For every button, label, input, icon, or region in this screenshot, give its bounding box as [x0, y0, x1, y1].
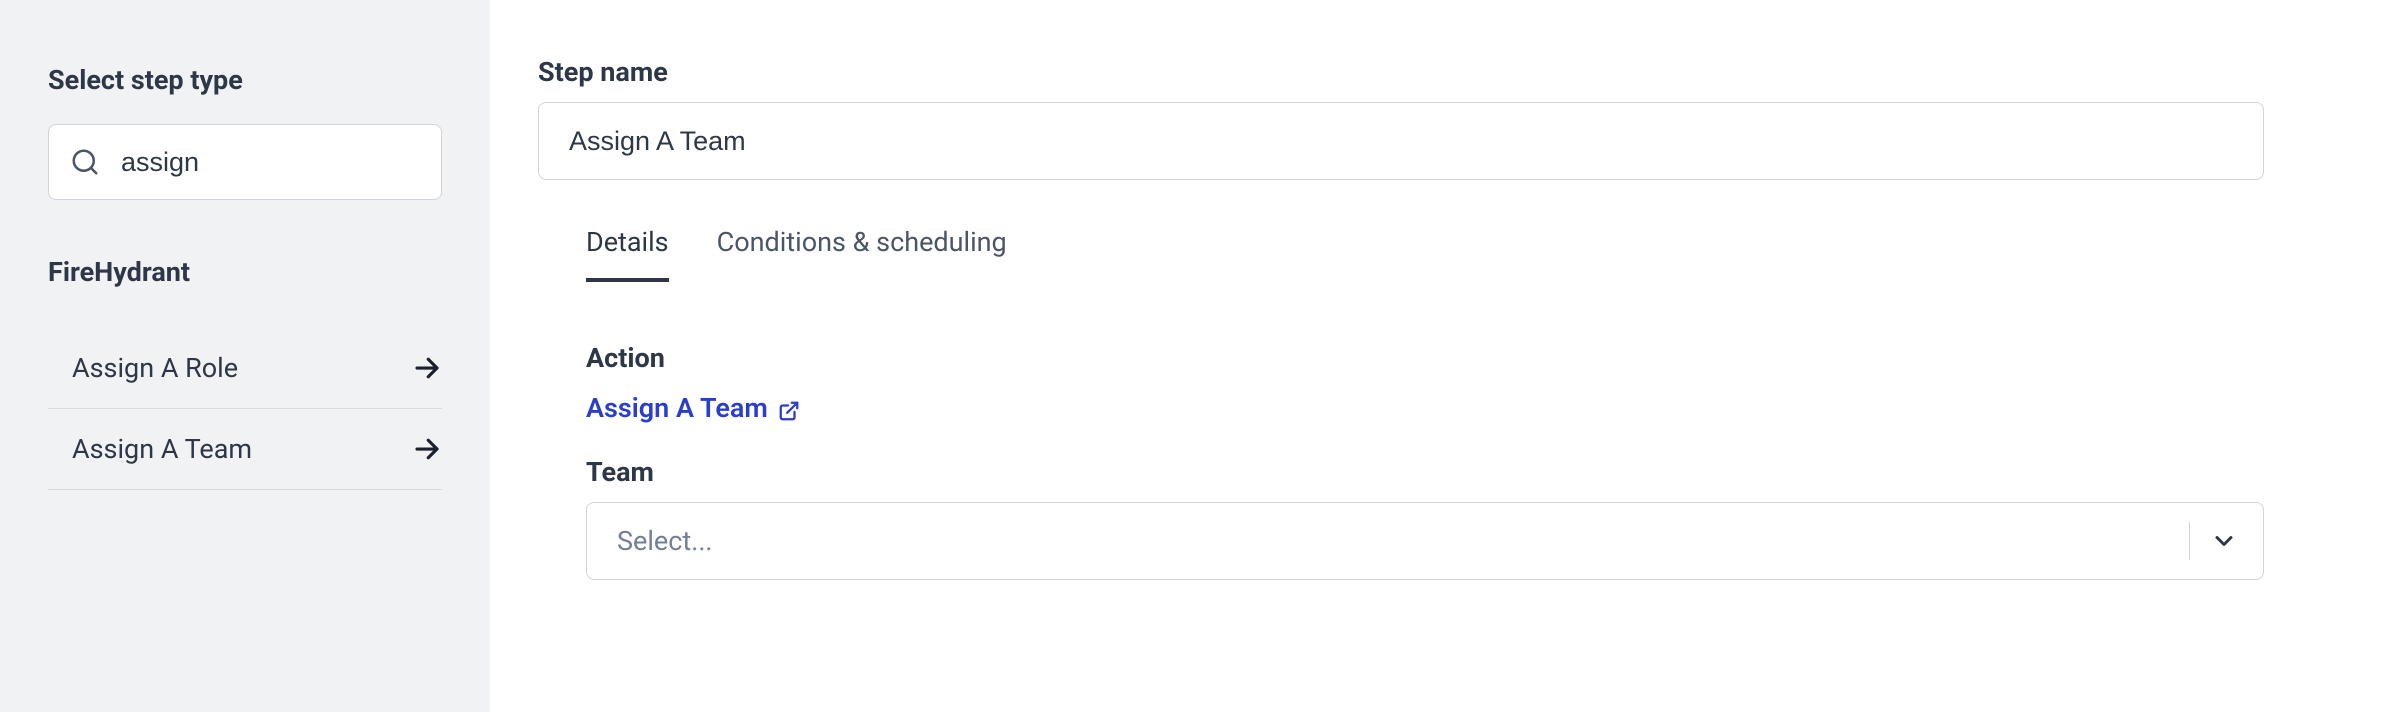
- search-input[interactable]: [48, 124, 442, 200]
- arrow-right-icon: [412, 353, 442, 383]
- arrow-right-icon: [412, 434, 442, 464]
- team-label: Team: [586, 456, 2264, 488]
- sidebar-title: Select step type: [48, 64, 442, 96]
- external-link-icon: [778, 397, 800, 419]
- step-name-input[interactable]: [538, 102, 2264, 180]
- tab-conditions-scheduling[interactable]: Conditions & scheduling: [717, 226, 1007, 282]
- team-select-placeholder: Select...: [617, 525, 713, 557]
- action-label: Action: [586, 342, 2264, 374]
- step-item-label: Assign A Role: [48, 352, 238, 384]
- step-item-label: Assign A Team: [48, 433, 252, 465]
- step-group-title: FireHydrant: [48, 256, 442, 288]
- step-name-label: Step name: [538, 56, 2264, 88]
- tabs: Details Conditions & scheduling: [538, 226, 2264, 282]
- action-link-text: Assign A Team: [586, 392, 768, 424]
- sidebar: Select step type FireHydrant Assign A Ro…: [0, 0, 490, 712]
- main-content: Step name Details Conditions & schedulin…: [490, 0, 2392, 712]
- tab-details[interactable]: Details: [586, 226, 669, 282]
- team-select[interactable]: Select...: [586, 502, 2264, 580]
- step-list: Assign A Role Assign A Team: [48, 328, 442, 490]
- step-item-assign-a-role[interactable]: Assign A Role: [48, 328, 442, 409]
- step-item-assign-a-team[interactable]: Assign A Team: [48, 409, 442, 490]
- select-divider: [2189, 522, 2191, 560]
- team-select-wrapper: Select...: [586, 502, 2264, 580]
- search-wrapper: [48, 124, 442, 200]
- action-link[interactable]: Assign A Team: [586, 392, 800, 424]
- details-section: Action Assign A Team Team Select...: [538, 342, 2264, 580]
